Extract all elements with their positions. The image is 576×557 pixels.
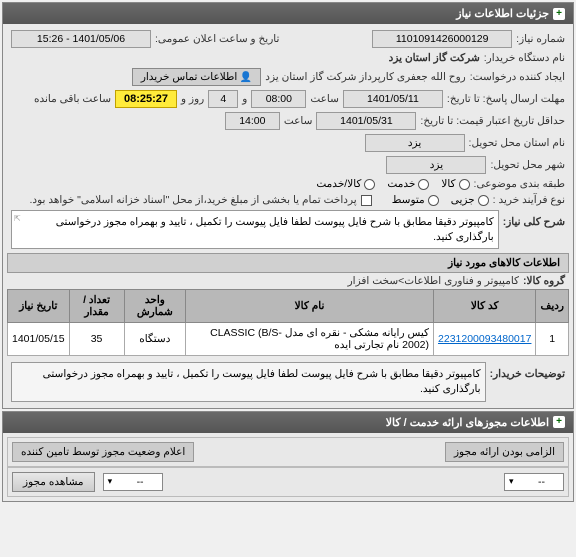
panel-header: + جزئیات اطلاعات نیاز — [3, 3, 573, 24]
buyer-value: شرکت گاز استان یزد — [389, 52, 480, 64]
table-header-row: ردیف کد کالا نام کالا واحد شمارش تعداد /… — [8, 290, 569, 323]
process-label: نوع فرآیند خرید : — [493, 194, 565, 206]
reply-time-field: 08:00 — [251, 90, 306, 108]
cell-name: کیس رایانه مشکی - نقره ای مدل CLASSIC (B… — [186, 323, 434, 356]
mandatory-label: الزامی بودن ارائه مجوز — [445, 442, 564, 462]
countdown-timer: 08:25:27 — [115, 90, 177, 108]
reply-date-field: 1401/05/11 — [343, 90, 443, 108]
cell-date: 1401/05/15 — [8, 323, 70, 356]
day-label: روز و — [181, 93, 204, 105]
validity-time-field: 14:00 — [225, 112, 280, 130]
province-label: نام استان محل تحویل: — [469, 137, 565, 149]
col-date: تاریخ نیاز — [8, 290, 70, 323]
announce-date-label: تاریخ و ساعت اعلان عمومی: — [155, 33, 279, 45]
cell-idx: 1 — [536, 323, 569, 356]
announce-date-field: 1401/05/06 - 15:26 — [11, 30, 151, 48]
deadline-label: مهلت ارسال پاسخ: تا تاریخ: — [447, 93, 565, 105]
category-radio-group: کالا خدمت کالا/خدمت — [316, 178, 469, 190]
validity-label: حداقل تاریخ اعتبار قیمت: تا تاریخ: — [420, 115, 565, 127]
col-row: ردیف — [536, 290, 569, 323]
permit-row: الزامی بودن ارائه مجوز اعلام وضعیت مجوز … — [7, 437, 569, 467]
buyer-note-label: توضیحات خریدار: — [490, 362, 565, 380]
status-label: اعلام وضعیت مجوز توسط تامین کننده — [12, 442, 194, 462]
buyer-label: نام دستگاه خریدار: — [484, 52, 565, 64]
remaining-label: ساعت باقی مانده — [34, 93, 111, 105]
desc-textarea[interactable]: ⇱ کامپیوتر دقیقا مطابق با شرح فایل پیوست… — [11, 210, 499, 249]
category-label: طبقه بندی موضوعی: — [474, 178, 565, 190]
col-qty: تعداد / مقدار — [69, 290, 124, 323]
cell-unit: دستگاه — [124, 323, 186, 356]
payment-note: پرداخت تمام یا بخشی از مبلغ خرید،از محل … — [30, 194, 357, 206]
radio-medium[interactable]: متوسط — [392, 194, 439, 206]
expand-icon[interactable]: + — [553, 8, 565, 20]
time-label-2: ساعت — [284, 115, 313, 127]
resize-icon[interactable]: ⇱ — [14, 213, 21, 224]
contact-buyer-button[interactable]: اطلاعات تماس خریدار — [132, 68, 261, 86]
table-row: 1 2231200093480017 کیس رایانه مشکی - نقر… — [8, 323, 569, 356]
radio-service[interactable]: خدمت — [387, 178, 429, 190]
goods-table: ردیف کد کالا نام کالا واحد شمارش تعداد /… — [7, 289, 569, 356]
goods-group-value: کامپیوتر و فناوری اطلاعات>سخت افزار — [348, 275, 519, 287]
goods-code-link[interactable]: 2231200093480017 — [438, 333, 531, 345]
user-icon — [240, 71, 252, 83]
creator-value: روح الله جعفری کارپرداز شرکت گاز استان ی… — [265, 71, 465, 83]
province-field: یزد — [365, 134, 465, 152]
process-radio-group: جزیی متوسط — [392, 194, 489, 206]
goods-section-header: اطلاعات کالاهای مورد نیاز — [7, 253, 569, 273]
buyer-note-field: کامپیوتر دقیقا مطابق با شرح فایل پیوست ل… — [11, 362, 486, 401]
day-value-field: 4 — [208, 90, 238, 108]
permit-dropdown-2[interactable]: -- — [103, 473, 163, 491]
view-permit-button[interactable]: مشاهده مجوز — [12, 472, 95, 492]
radio-goods[interactable]: کالا — [441, 178, 469, 190]
permits-title: اطلاعات مجوزهای ارائه خدمت / کالا — [386, 416, 549, 429]
panel-body: شماره نیاز: 1101091426000129 تاریخ و ساع… — [3, 24, 573, 408]
permits-panel: + اطلاعات مجوزهای ارائه خدمت / کالا الزا… — [2, 411, 574, 502]
need-number-label: شماره نیاز: — [516, 33, 565, 45]
need-number-field: 1101091426000129 — [372, 30, 512, 48]
validity-date-field: 1401/05/31 — [316, 112, 416, 130]
goods-group-label: گروه کالا: — [523, 275, 565, 287]
panel-title: جزئیات اطلاعات نیاز — [456, 7, 549, 20]
contact-btn-label: اطلاعات تماس خریدار — [141, 71, 237, 83]
permit-dropdown-1[interactable]: -- — [504, 473, 564, 491]
permit-controls-row: -- -- مشاهده مجوز — [7, 467, 569, 497]
creator-label: ایجاد کننده درخواست: — [470, 71, 565, 83]
desc-label: شرح کلی نیاز: — [503, 210, 565, 228]
need-details-panel: + جزئیات اطلاعات نیاز شماره نیاز: 110109… — [2, 2, 574, 409]
permits-body: الزامی بودن ارائه مجوز اعلام وضعیت مجوز … — [3, 433, 573, 501]
city-label: شهر محل تحویل: — [490, 159, 565, 171]
radio-both[interactable]: کالا/خدمت — [316, 178, 375, 190]
time-label-1: ساعت — [310, 93, 339, 105]
desc-text: کامپیوتر دقیقا مطابق با شرح فایل پیوست ل… — [56, 216, 494, 243]
col-name: نام کالا — [186, 290, 434, 323]
radio-partial[interactable]: جزیی — [451, 194, 489, 206]
and-label: و — [242, 93, 247, 105]
treasury-checkbox[interactable] — [361, 195, 372, 206]
cell-qty: 35 — [69, 323, 124, 356]
city-field: یزد — [386, 156, 486, 174]
permits-header: + اطلاعات مجوزهای ارائه خدمت / کالا — [3, 412, 573, 433]
col-code: کد کالا — [434, 290, 536, 323]
buyer-note-text: کامپیوتر دقیقا مطابق با شرح فایل پیوست ل… — [43, 368, 481, 395]
col-unit: واحد شمارش — [124, 290, 186, 323]
expand-icon-2[interactable]: + — [553, 416, 565, 428]
